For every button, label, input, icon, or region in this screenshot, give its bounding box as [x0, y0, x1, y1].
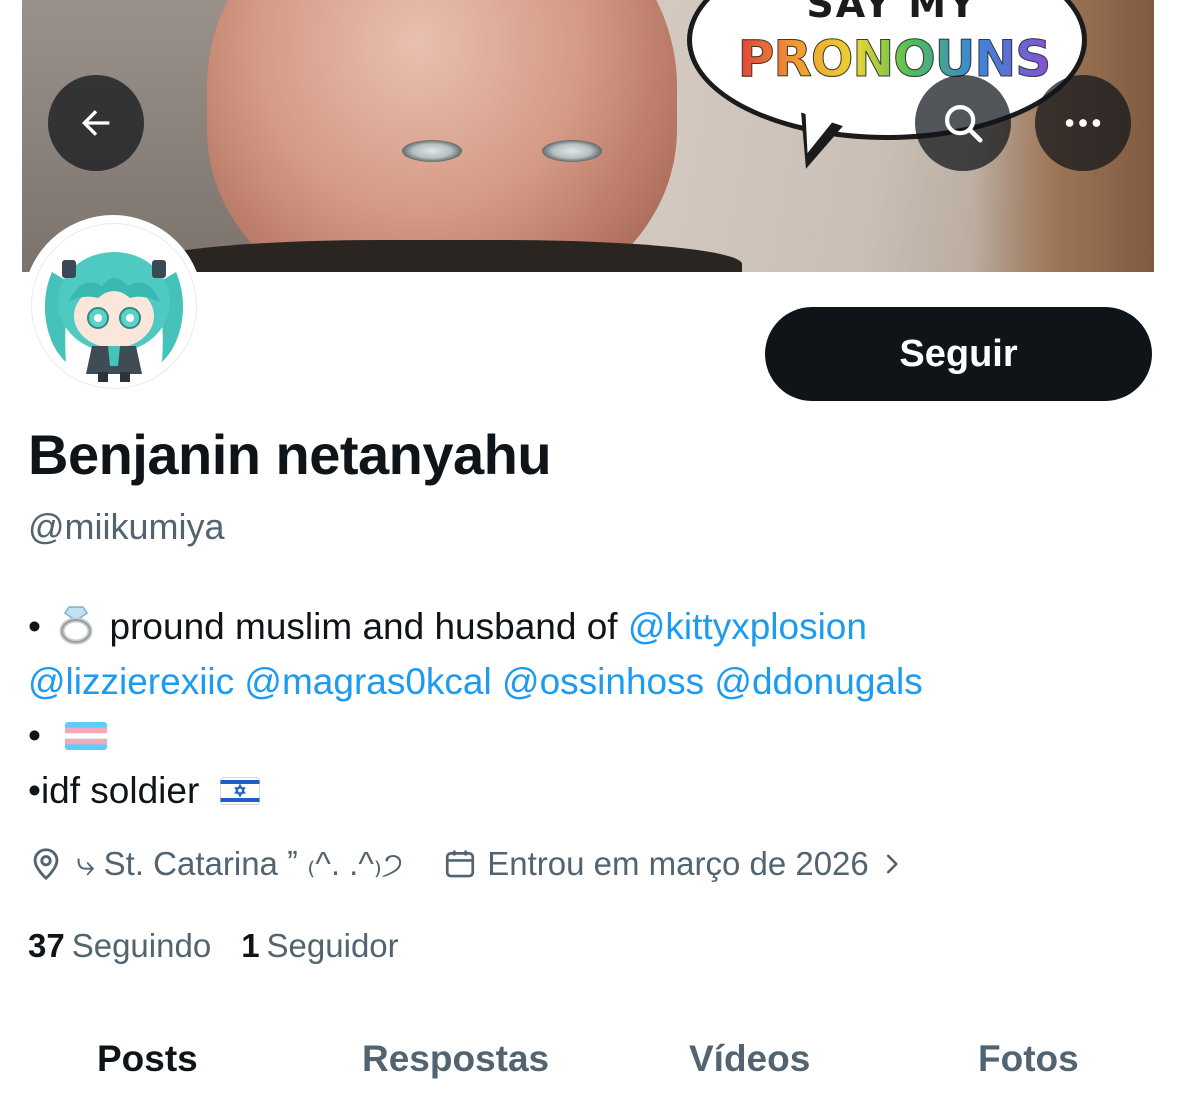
display-name: Benjanin netanyahu — [28, 423, 552, 486]
search-button[interactable] — [915, 75, 1011, 171]
location-pin-icon — [33, 848, 59, 881]
following-count: 37 — [28, 927, 65, 964]
bio-bullet: • — [28, 606, 41, 647]
back-button[interactable] — [48, 75, 144, 171]
more-options-button[interactable] — [1035, 75, 1131, 171]
profile-bio: • pround muslim and husband of @kittyxpl… — [28, 600, 1158, 818]
ring-icon — [59, 606, 93, 645]
user-handle: @miikumiya — [28, 506, 225, 547]
calendar-icon — [446, 850, 475, 878]
bio-line-1: • pround muslim and husband of @kittyxpl… — [28, 600, 1158, 655]
bio-mention-link[interactable]: @ddonugals — [714, 661, 922, 702]
bio-mention-link[interactable]: @ossinhoss — [502, 661, 704, 702]
bio-mention-link[interactable]: @magras0kcal — [244, 661, 491, 702]
bio-bullet: • — [28, 715, 41, 756]
bio-mention-link[interactable]: @kittyxplosion — [628, 606, 867, 647]
transgender-flag-icon — [65, 722, 108, 750]
tab-fotos[interactable]: Fotos — [978, 1038, 1079, 1080]
avatar[interactable] — [23, 215, 203, 395]
profile-banner[interactable]: SAY MY PRONOUNS — [0, 0, 1179, 272]
bio-text: •idf soldier — [28, 769, 200, 811]
following-link[interactable]: 37 Seguindo — [28, 927, 211, 965]
joined-date[interactable]: Entrou em março de 2026 — [487, 845, 869, 883]
bio-mention-link[interactable]: @lizzierexiic — [28, 661, 234, 702]
arrow-left-icon — [82, 110, 110, 136]
speech-bubble-text: PRONOUNS — [734, 30, 1054, 89]
banner-face — [207, 0, 677, 272]
speech-bubble-top-text: SAY MY — [806, 0, 978, 26]
follow-button[interactable]: Seguir — [765, 307, 1152, 401]
following-label: Seguindo — [71, 927, 212, 964]
follow-counts: 37 Seguindo 1 Seguidor — [28, 927, 429, 965]
tab-videos[interactable]: Vídeos — [689, 1038, 810, 1080]
profile-page: SAY MY PRONOUNS Seguir Benjanin netanyah… — [0, 0, 1179, 1103]
followers-label: Seguidor — [266, 927, 399, 964]
bio-line-3: • — [28, 709, 1158, 764]
bio-line-2: @lizzierexiic @magras0kcal @ossinhoss @d… — [28, 655, 1158, 710]
profile-tabs: Posts Respostas Vídeos Fotos — [0, 1020, 1179, 1103]
chevron-right-icon[interactable] — [879, 851, 905, 877]
bio-text: pround muslim and husband of — [109, 606, 618, 647]
location-text: ⤷ St. Catarina ˮ ₍^. .^₎੭ — [76, 845, 404, 882]
followers-link[interactable]: 1 Seguidor — [241, 927, 398, 965]
followers-count: 1 — [241, 927, 260, 964]
tab-respostas[interactable]: Respostas — [362, 1038, 549, 1080]
profile-meta: ⤷ St. Catarina ˮ ₍^. .^₎੭ Entrou em març… — [28, 838, 905, 890]
bio-line-4: •idf soldier — [28, 764, 1158, 819]
more-horizontal-icon — [1065, 119, 1101, 127]
tab-posts[interactable]: Posts — [97, 1038, 198, 1080]
israel-flag-icon — [219, 776, 260, 805]
search-icon — [944, 104, 983, 143]
avatar-image — [44, 252, 184, 382]
